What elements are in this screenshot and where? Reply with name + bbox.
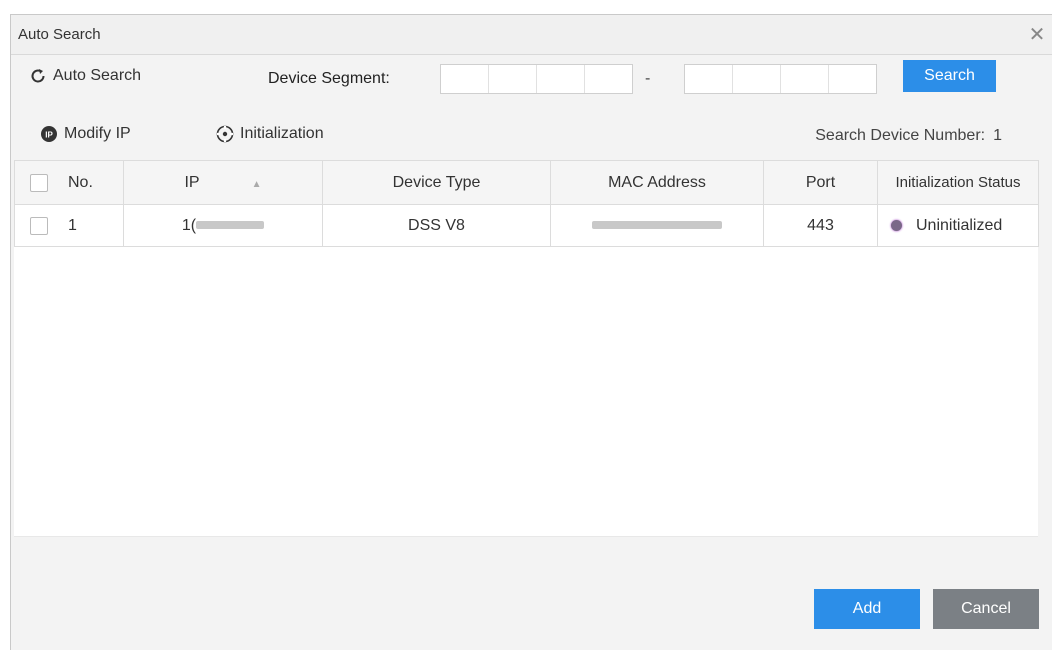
modify-ip-label: Modify IP bbox=[64, 125, 131, 142]
svg-text:IP: IP bbox=[45, 131, 53, 140]
sort-ascending-icon: ▲ bbox=[251, 178, 262, 190]
table-header-row: No. IP ▲ Device Type MAC Address Port Ini… bbox=[14, 160, 1039, 205]
ip-icon: IP bbox=[41, 126, 57, 142]
cell-no: 1 bbox=[14, 204, 124, 247]
row-ip-prefix: 1( bbox=[181, 216, 197, 234]
add-button[interactable]: Add bbox=[814, 589, 920, 629]
device-table-container: No. IP ▲ Device Type MAC Address Port Ini… bbox=[14, 160, 1039, 537]
end-ip-octet-1[interactable] bbox=[685, 65, 733, 93]
auto-search-button[interactable]: Auto Search bbox=[30, 67, 141, 85]
auto-search-label: Auto Search bbox=[53, 67, 142, 84]
search-row: Auto Search Device Segment: - bbox=[0, 62, 1052, 96]
device-count-label: Search Device Number: bbox=[815, 127, 986, 144]
action-row: IP Modify IP Initialization Search Devic… bbox=[0, 122, 1052, 150]
segment-separator: - bbox=[645, 70, 651, 87]
start-ip-octet-1[interactable] bbox=[441, 65, 489, 93]
table-row[interactable]: 1 1( DSS V8 443 Uninitialized bbox=[14, 204, 1039, 247]
header-ip-label: IP bbox=[184, 173, 200, 191]
cell-port: 443 bbox=[763, 204, 878, 247]
initialization-label: Initialization bbox=[240, 125, 324, 142]
start-ip-octet-4[interactable] bbox=[585, 65, 633, 93]
row-checkbox[interactable] bbox=[30, 216, 48, 235]
device-count-value: 1 bbox=[993, 127, 1002, 144]
start-ip-octet-2[interactable] bbox=[489, 65, 537, 93]
device-count: Search Device Number: 1 bbox=[815, 127, 1002, 145]
end-ip-octet-3[interactable] bbox=[781, 65, 829, 93]
modify-ip-button[interactable]: IP Modify IP bbox=[40, 125, 131, 143]
status-dot-icon bbox=[891, 220, 902, 231]
row-no: 1 bbox=[68, 216, 77, 234]
redacted-mac bbox=[592, 221, 722, 230]
cell-status: Uninitialized bbox=[877, 204, 1039, 247]
header-ip[interactable]: IP ▲ bbox=[123, 160, 323, 205]
segment-end-ip bbox=[684, 64, 877, 94]
start-ip-octet-3[interactable] bbox=[537, 65, 585, 93]
select-all-checkbox[interactable] bbox=[30, 173, 48, 192]
refresh-icon bbox=[31, 69, 45, 83]
device-segment-label: Device Segment: bbox=[268, 70, 390, 87]
redacted-ip bbox=[196, 221, 265, 230]
cell-device-type: DSS V8 bbox=[322, 204, 551, 247]
cell-ip: 1( bbox=[123, 204, 323, 247]
initialization-button[interactable]: Initialization bbox=[216, 125, 324, 143]
header-port: Port bbox=[763, 160, 878, 205]
end-ip-octet-4[interactable] bbox=[829, 65, 877, 93]
cell-mac-address bbox=[550, 204, 764, 247]
segment-start-ip bbox=[440, 64, 633, 94]
header-no: No. bbox=[14, 160, 124, 205]
cancel-button[interactable]: Cancel bbox=[933, 589, 1039, 629]
header-mac-address: MAC Address bbox=[550, 160, 764, 205]
dialog-title: Auto Search bbox=[18, 26, 101, 43]
end-ip-octet-2[interactable] bbox=[733, 65, 781, 93]
close-icon[interactable]: ✕ bbox=[1026, 24, 1048, 46]
device-table: No. IP ▲ Device Type MAC Address Port Ini… bbox=[14, 160, 1039, 247]
header-no-label: No. bbox=[68, 173, 93, 191]
header-device-type: Device Type bbox=[322, 160, 551, 205]
search-button[interactable]: Search bbox=[903, 60, 996, 92]
header-initialization-status: Initialization Status bbox=[877, 160, 1039, 205]
dialog-titlebar: Auto Search ✕ bbox=[11, 15, 1052, 55]
row-status: Uninitialized bbox=[916, 216, 1003, 234]
initialization-icon bbox=[216, 125, 234, 143]
